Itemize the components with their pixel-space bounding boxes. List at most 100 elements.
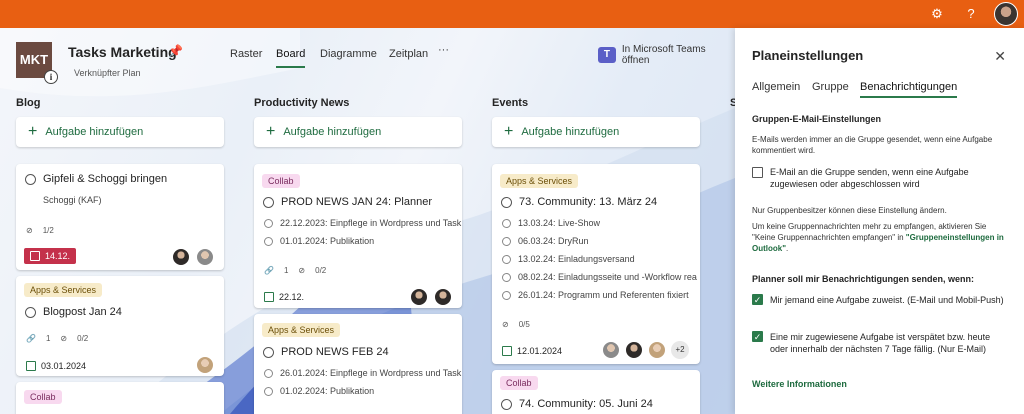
add-task-label: Aufgabe hinzufügen xyxy=(521,126,620,138)
assignee-avatar[interactable] xyxy=(648,341,666,359)
add-task-label: Aufgabe hinzufügen xyxy=(283,126,382,138)
attachment-icon: 🔗 xyxy=(26,334,36,343)
task-card[interactable]: Apps & Services 73. Community: 13. März … xyxy=(492,164,700,364)
add-task-button[interactable]: + Aufgabe hinzufügen xyxy=(254,117,462,147)
plan-header: MKT i Tasks Marketing 📌 Verknüpfter Plan… xyxy=(0,28,735,88)
pin-icon[interactable]: 📌 xyxy=(168,44,183,58)
checklist-item-checkbox[interactable] xyxy=(502,290,511,300)
plan-subtitle: Verknüpfter Plan xyxy=(74,68,141,78)
checklist-icon: ⊘ xyxy=(26,226,33,235)
attachment-count: 1 xyxy=(45,334,51,343)
add-task-button[interactable]: + Aufgabe hinzufügen xyxy=(16,117,224,147)
due-date-badge: 03.01.2024 xyxy=(26,361,86,371)
task-title: 73. Community: 13. März 24 xyxy=(519,196,658,208)
checklist-item-checkbox[interactable] xyxy=(264,218,273,228)
tab-allgemein[interactable]: Allgemein xyxy=(752,81,800,96)
help-icon[interactable]: ? xyxy=(962,5,980,23)
section-heading-group-email: Gruppen-E-Mail-Einstellungen xyxy=(752,114,882,124)
more-assignees-badge[interactable]: +2 xyxy=(671,341,689,359)
info-text-owners: Nur Gruppenbesitzer können diese Einstel… xyxy=(752,206,947,215)
task-title: PROD NEWS FEB 24 xyxy=(281,346,389,358)
due-date-badge: 14.12. xyxy=(24,248,77,264)
task-title: Blogpost Jan 24 xyxy=(43,306,122,318)
checklist-item: 06.03.24: DryRun xyxy=(518,236,589,246)
tab-raster[interactable]: Raster xyxy=(230,48,262,66)
due-date-badge: 22.12. xyxy=(264,292,304,302)
label-apps-services: Apps & Services xyxy=(500,174,579,188)
checklist-item: 01.01.2024: Publikation xyxy=(280,236,375,246)
checklist-item: 22.12.2023: Einpflege in Wordpress und T… xyxy=(280,218,462,228)
close-icon[interactable]: ✕ xyxy=(994,48,1006,65)
due-date: 03.01.2024 xyxy=(41,361,87,371)
assignee-avatar[interactable] xyxy=(410,288,428,306)
due-date: 22.12. xyxy=(279,292,305,302)
checklist-item-checkbox[interactable] xyxy=(502,272,511,282)
checklist-item-checkbox[interactable] xyxy=(502,236,511,246)
assignee-avatar[interactable] xyxy=(172,248,190,266)
teams-icon: T xyxy=(598,47,616,63)
checklist-item-checkbox[interactable] xyxy=(502,218,511,228)
task-card[interactable]: Collab PROD NEWS JAN 24: Planner 22.12.2… xyxy=(254,164,462,308)
calendar-icon xyxy=(30,251,40,261)
assignee-avatar[interactable] xyxy=(602,341,620,359)
complete-checkbox[interactable] xyxy=(501,196,512,208)
more-options-icon[interactable]: ··· xyxy=(438,44,449,62)
complete-checkbox[interactable] xyxy=(501,398,512,410)
open-in-teams-button[interactable]: T In Microsoft Teams öffnen xyxy=(598,44,735,66)
checklist-item: 26.01.2024: Einpflege in Wordpress und T… xyxy=(280,368,462,378)
due-date-badge: 12.01.2024 xyxy=(502,346,562,356)
label-apps-services: Apps & Services xyxy=(24,283,103,297)
more-info-link[interactable]: Weitere Informationen xyxy=(752,379,847,389)
checklist-item-checkbox[interactable] xyxy=(502,254,511,264)
assignee-avatar[interactable] xyxy=(625,341,643,359)
checklist-item-checkbox[interactable] xyxy=(264,386,273,396)
checklist-count: 0/2 xyxy=(315,266,327,275)
task-card[interactable]: Apps & Services PROD NEWS FEB 24 26.01.2… xyxy=(254,314,462,414)
task-card[interactable]: Collab 74. Community: 05. Juni 24 xyxy=(492,370,700,414)
complete-checkbox[interactable] xyxy=(25,306,36,318)
user-avatar[interactable] xyxy=(994,2,1018,26)
tab-zeitplan[interactable]: Zeitplan xyxy=(389,48,428,66)
tab-board[interactable]: Board xyxy=(276,48,306,68)
due-date: 12.01.2024 xyxy=(517,346,563,356)
section-heading-notifications: Planner soll mir Benachrichtigungen send… xyxy=(752,274,975,284)
teams-label: In Microsoft Teams öffnen xyxy=(621,44,706,66)
complete-checkbox[interactable] xyxy=(263,196,274,208)
checklist-icon: ⊘ xyxy=(502,320,509,329)
checklist-item: 08.02.24: Einladungsseite und -Workflow … xyxy=(518,272,697,282)
complete-checkbox[interactable] xyxy=(25,173,36,185)
column-title-productivity-news: Productivity News xyxy=(254,97,350,109)
task-title: PROD NEWS JAN 24: Planner xyxy=(281,196,432,208)
tab-gruppe[interactable]: Gruppe xyxy=(812,81,849,96)
due-notify-label: Eine mir zugewiesene Aufgabe ist verspät… xyxy=(770,332,991,354)
checklist-item: 26.01.24: Programm und Referenten fixier… xyxy=(518,290,689,300)
group-email-checkbox[interactable] xyxy=(752,167,763,178)
checklist-item-checkbox[interactable] xyxy=(264,236,273,246)
plan-title: Tasks Marketing xyxy=(68,44,177,60)
task-title: Gipfeli & Schoggi bringen xyxy=(43,173,168,185)
assignee-avatar[interactable] xyxy=(196,356,214,374)
complete-checkbox[interactable] xyxy=(263,346,274,358)
calendar-icon xyxy=(26,361,36,371)
label-collab: Collab xyxy=(500,376,538,390)
checklist-icon: ⊘ xyxy=(60,334,68,343)
due-notify-checkbox[interactable]: ✓ xyxy=(752,331,763,342)
calendar-icon xyxy=(264,292,274,302)
calendar-icon xyxy=(502,346,512,356)
assignee-avatar[interactable] xyxy=(196,248,214,266)
task-card[interactable]: Collab xyxy=(16,382,224,414)
checklist-count: 1/2 xyxy=(42,226,54,235)
checklist-item: 01.02.2024: Publikation xyxy=(280,386,375,396)
tab-diagramme[interactable]: Diagramme xyxy=(320,48,377,66)
tab-benachrichtigungen[interactable]: Benachrichtigungen xyxy=(860,81,958,98)
gear-icon[interactable]: ⚙ xyxy=(928,5,946,23)
task-card[interactable]: Apps & Services Blogpost Jan 24 🔗 1 ⊘ 0/2 0… xyxy=(16,276,224,376)
checklist-item-checkbox[interactable] xyxy=(264,368,273,378)
label-collab: Collab xyxy=(24,390,62,404)
task-card[interactable]: Gipfeli & Schoggi bringen Schoggi (KAF) … xyxy=(16,164,224,270)
assign-notify-checkbox[interactable]: ✓ xyxy=(752,294,763,305)
info-icon[interactable]: i xyxy=(44,70,58,84)
app-topbar: ⚙ ? xyxy=(0,0,1024,28)
assignee-avatar[interactable] xyxy=(434,288,452,306)
add-task-button[interactable]: + Aufgabe hinzufügen xyxy=(492,117,700,147)
